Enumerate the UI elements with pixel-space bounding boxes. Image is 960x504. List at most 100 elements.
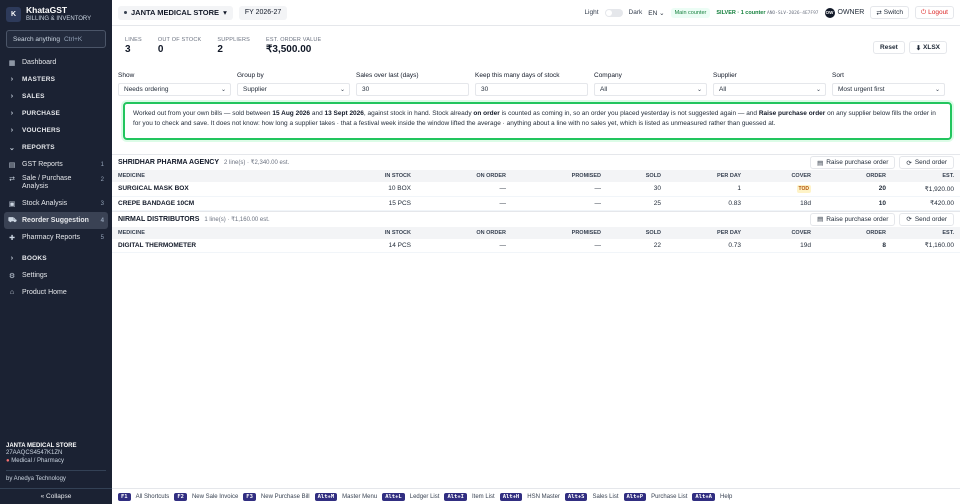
sidebar-item-product-home[interactable]: ⌂ Product Home [0, 284, 112, 301]
collapse-button[interactable]: « Collapse [0, 488, 112, 504]
logout-icon: ⏻ [920, 8, 927, 16]
shortcut-key[interactable]: Alt+A [692, 492, 715, 501]
search-input[interactable]: Search anything Ctrl+K [6, 30, 106, 48]
column-header[interactable]: IN STOCK [312, 226, 417, 239]
cell-est: ₹1,920.00 [892, 182, 960, 197]
theme-toggle[interactable] [604, 8, 623, 17]
raise-po-label: Raise purchase order [826, 215, 889, 223]
fy-selector[interactable]: FY 2026-27 [238, 5, 288, 20]
dashboard-icon: ▦ [8, 59, 16, 67]
export-xlsx-button[interactable]: ⬇ XLSX [908, 41, 947, 54]
shortcut-key[interactable]: F1 [118, 492, 131, 501]
keep-days-input[interactable]: 30 [475, 83, 588, 96]
column-header[interactable]: COVER [747, 170, 817, 182]
column-header[interactable]: SOLD [607, 226, 667, 239]
cell-promised: — [512, 196, 607, 211]
sidebar-item-vouchers[interactable]: › VOUCHERS [0, 122, 112, 139]
search-placeholder: Search anything [13, 35, 60, 43]
supplier-name: NIRMAL DISTRIBUTORS [118, 215, 200, 223]
shortcut-key[interactable]: Alt+S [564, 492, 588, 501]
sidebar-item-reorder-suggestion[interactable]: ⛟ Reorder Suggestion 4 [4, 212, 108, 229]
shortcut-key[interactable]: Alt+I [444, 492, 467, 501]
column-header[interactable]: MEDICINE [112, 170, 312, 182]
store-selector[interactable]: JANTA MEDICAL STORE ▾ [118, 5, 233, 20]
column-header[interactable]: COVER [747, 226, 817, 239]
sort-select[interactable]: Most urgent first ⌄ [832, 83, 945, 96]
column-header[interactable]: PER DAY [667, 170, 747, 182]
sidebar-item-masters[interactable]: › MASTERS [0, 71, 112, 88]
reset-button[interactable]: Reset [873, 41, 905, 54]
shortcut-key[interactable]: Alt+M [314, 492, 338, 501]
column-header[interactable]: IN STOCK [312, 170, 417, 182]
chevron-down-icon: ⌄ [696, 87, 702, 93]
filter-label: Show [118, 72, 135, 79]
column-header[interactable]: ON ORDER [417, 226, 512, 239]
table-row[interactable]: CREPE BANDAGE 10CM 15 PCS — — 25 0.83 18… [112, 196, 960, 211]
language-select[interactable]: EN ⌄ [648, 9, 664, 17]
info-date-from: 15 Aug 2026 [272, 110, 311, 117]
sidebar-item-stock-analysis[interactable]: ▣ Stock Analysis 3 [0, 195, 112, 212]
column-header[interactable]: PER DAY [667, 226, 747, 239]
light-label: Light [584, 9, 599, 16]
sidebar-item-reports[interactable]: ⌄ REPORTS [0, 139, 112, 156]
document-icon: ▤ [8, 161, 16, 169]
table-row[interactable]: DIGITAL THERMOMETER 14 PCS — — 22 0.73 1… [112, 238, 960, 253]
info-text: is counted as coming in, so an order you… [499, 110, 759, 117]
send-order-button[interactable]: ⟳ Send order [899, 212, 954, 226]
cell-order[interactable]: 10 [817, 196, 892, 211]
download-icon: ⬇ [915, 44, 922, 52]
column-header[interactable]: ORDER [817, 170, 892, 182]
supplier-select[interactable]: All ⌄ [713, 83, 826, 96]
sidebar-item-purchase[interactable]: › PURCHASE [0, 105, 112, 122]
info-date-to: 13 Sept 2026 [324, 110, 364, 117]
sidebar-item-pharmacy-reports[interactable]: ✚ Pharmacy Reports 5 [0, 229, 112, 246]
supplier-group: NIRMAL DISTRIBUTORS 1 line(s) · ₹1,160.0… [112, 210, 960, 253]
column-header[interactable]: MEDICINE [112, 226, 312, 239]
reorder-table: MEDICINE IN STOCK ON ORDER PROMISED SOLD… [112, 226, 960, 253]
show-select[interactable]: Needs ordering ⌄ [118, 83, 231, 96]
sidebar-item-sales[interactable]: › SALES [0, 88, 112, 105]
brand[interactable]: K KhataGST BILLING & INVENTORY [0, 0, 112, 28]
company-select[interactable]: All ⌄ [594, 83, 707, 96]
sidebar-item-dashboard[interactable]: ▦ Dashboard [0, 54, 112, 71]
store-gstin: 27AAQCS4547K1ZN [6, 450, 63, 456]
filter-label: Sort [832, 72, 844, 79]
sidebar-item-books[interactable]: › BOOKS [0, 250, 112, 267]
cell-medicine: DIGITAL THERMOMETER [112, 238, 312, 253]
sidebar-item-sale-purchase-analysis[interactable]: ⇄ Sale / Purchase Analysis 2 [0, 173, 112, 195]
cell-order[interactable]: 8 [817, 238, 892, 253]
info-text: Worked out from your own bills — sold be… [133, 110, 273, 117]
filter-supplier: Supplier All ⌄ [713, 72, 826, 96]
cell-order[interactable]: 20 [817, 182, 892, 197]
column-header[interactable]: PROMISED [512, 226, 607, 239]
column-header[interactable]: SOLD [607, 170, 667, 182]
shortcut-key[interactable]: Alt+H [499, 492, 523, 501]
cell-in-stock: 10 BOX [312, 182, 417, 197]
logout-button[interactable]: ⏻ Logout [914, 6, 954, 19]
app-subtitle: BILLING & INVENTORY [26, 15, 92, 22]
raise-purchase-order-button[interactable]: ▤ Raise purchase order [810, 212, 896, 226]
table-row[interactable]: SURGICAL MASK BOX 10 BOX — — 30 1 TOD 20… [112, 182, 960, 197]
user-menu[interactable]: OW OWNER [824, 7, 864, 18]
shortcut-key[interactable]: F2 [174, 492, 187, 501]
sidebar-item-gst-reports[interactable]: ▤ GST Reports 1 [0, 156, 112, 173]
column-header[interactable]: EST. [892, 170, 960, 182]
sidebar-item-settings[interactable]: ⚙ Settings [0, 267, 112, 284]
group-by-select[interactable]: Supplier ⌄ [237, 83, 350, 96]
switch-button[interactable]: ⇄ Switch [870, 6, 909, 19]
sidebar-footer: JANTA MEDICAL STORE 27AAQCS4547K1ZN ● Me… [0, 443, 112, 504]
shortcut-key[interactable]: Alt+P [623, 492, 647, 501]
column-header[interactable]: ORDER [817, 226, 892, 239]
column-header[interactable]: PROMISED [512, 170, 607, 182]
sales-days-input[interactable]: 30 [356, 83, 469, 96]
shortcut-key[interactable]: Alt+L [382, 492, 405, 501]
send-order-button[interactable]: ⟳ Send order [899, 156, 954, 169]
cell-sold: 25 [607, 196, 667, 211]
column-header[interactable]: ON ORDER [417, 170, 512, 182]
filter-label: Group by [237, 72, 264, 79]
shortcut-key[interactable]: F3 [243, 492, 256, 501]
send-order-label: Send order [914, 159, 947, 166]
column-header[interactable]: EST. [892, 226, 960, 239]
license-code: ANO-SLV-2026-4E7F97 [767, 10, 819, 16]
raise-purchase-order-button[interactable]: ▤ Raise purchase order [810, 156, 896, 169]
